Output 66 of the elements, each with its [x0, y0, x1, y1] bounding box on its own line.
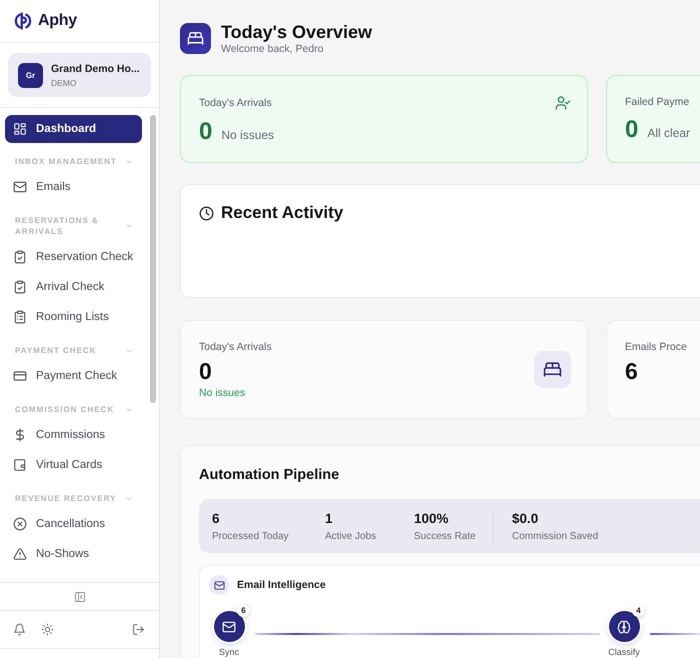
- card-label: Emails Proce: [625, 340, 687, 354]
- summary-value: 100%: [414, 511, 450, 527]
- clipboard-list-icon: [13, 310, 27, 324]
- credit-card-icon: [13, 369, 27, 383]
- summary-value: 1: [325, 511, 334, 527]
- summary-label: Success Rate: [414, 530, 477, 543]
- panel-title: Recent Activity: [221, 204, 344, 222]
- card-value: 0: [199, 358, 213, 384]
- card-note: No issues: [199, 387, 246, 400]
- logout-icon[interactable]: [132, 623, 145, 636]
- summary-label: Processed Today: [212, 530, 290, 543]
- count-badge: 4: [632, 604, 645, 617]
- logo-icon: [13, 11, 33, 31]
- summary-label: Active Jobs: [325, 530, 378, 543]
- dollar-icon: [13, 428, 27, 442]
- sun-icon[interactable]: [41, 623, 54, 636]
- grid-icon: [13, 122, 27, 136]
- nav-item[interactable]: Emails: [5, 172, 142, 202]
- clock-icon: [199, 206, 214, 220]
- nav-item[interactable]: Payment Check: [5, 361, 142, 391]
- nav-item[interactable]: Commissions: [5, 420, 142, 450]
- nav-item[interactable]: Virtual Cards: [5, 450, 142, 480]
- card-label: Failed Payme: [625, 95, 690, 109]
- flow-title: Email Intelligence: [237, 579, 326, 591]
- nav-item[interactable]: Reservation Check: [5, 242, 142, 272]
- nav-item[interactable]: No-Shows: [5, 539, 142, 569]
- nav-item[interactable]: Rooming Lists: [5, 302, 142, 332]
- mail-icon: [13, 180, 27, 194]
- summary-label: Commission Saved: [512, 530, 600, 543]
- card-label: Today's Arrivals: [199, 96, 272, 110]
- wallet-icon: [13, 458, 27, 472]
- brain-icon: [608, 611, 640, 642]
- nav-item[interactable]: Cancellations: [5, 509, 142, 539]
- nav-item[interactable]: Dashboard: [5, 115, 142, 143]
- mail-icon: [209, 575, 229, 595]
- summary-value: 6: [212, 511, 221, 527]
- collapse-sidebar-icon[interactable]: [74, 590, 86, 602]
- bed-icon: [534, 351, 571, 388]
- scrollbar-thumb[interactable]: [150, 115, 156, 403]
- bell-icon[interactable]: [13, 623, 26, 636]
- clipboard-check-icon: [13, 250, 27, 264]
- nav-item[interactable]: Arrival Check: [5, 272, 142, 302]
- step-label: Sync: [218, 647, 239, 658]
- card-label: Today's Arrivals: [199, 340, 272, 354]
- connector-line: [650, 633, 700, 635]
- card-value: 0: [625, 116, 638, 144]
- warning-icon: [13, 547, 27, 561]
- property-name: Grand Demo Ho...: [51, 62, 140, 76]
- property-plan: DEMO: [51, 78, 76, 88]
- summary-value: $0.0: [512, 511, 540, 527]
- card-note: No issues: [221, 128, 274, 142]
- bed-icon: [180, 23, 211, 54]
- clipboard-check-icon: [13, 280, 27, 294]
- property-switcher[interactable]: Gr Grand Demo Ho... DEMO: [8, 53, 151, 97]
- card-value: 0: [199, 118, 212, 146]
- user-check-icon: [555, 95, 571, 111]
- card-note: All clear: [647, 126, 690, 140]
- panel-title: Automation Pipeline: [199, 466, 340, 484]
- page-subtitle: Welcome back, Pedro: [221, 43, 325, 56]
- brand-name: Aphy: [38, 12, 77, 30]
- card-value: 6: [625, 358, 639, 384]
- count-badge: 6: [237, 604, 250, 617]
- property-avatar: Gr: [18, 62, 43, 88]
- step-label: Classify: [608, 647, 640, 658]
- page-title: Today's Overview: [221, 21, 372, 43]
- x-circle-icon: [13, 517, 27, 531]
